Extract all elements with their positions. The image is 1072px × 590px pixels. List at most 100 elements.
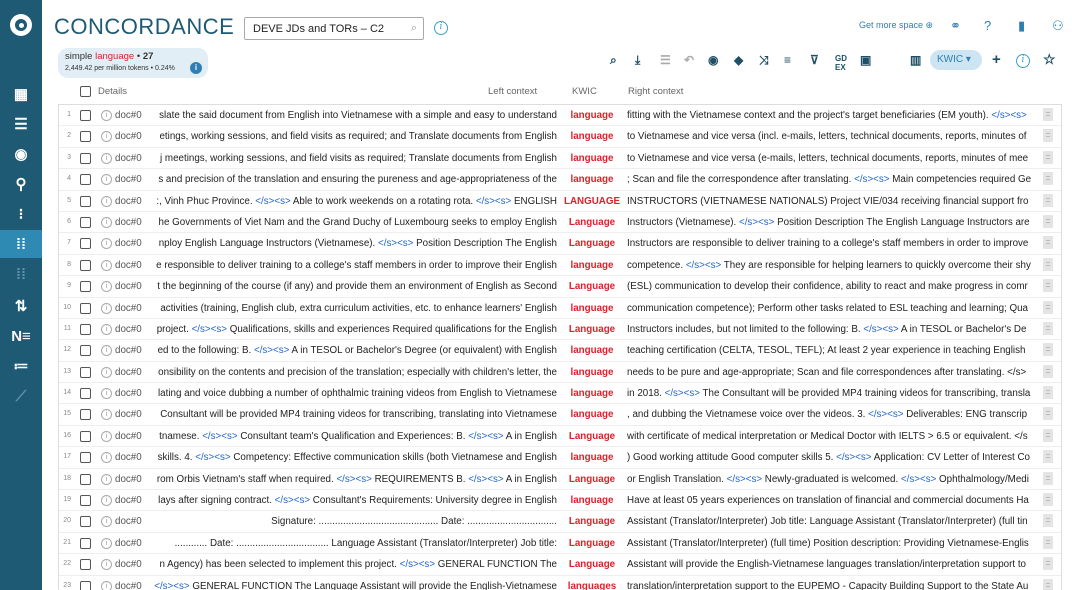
table-row[interactable]: 17 i doc#0 skills. 4. </s><s> Competency… xyxy=(59,447,1061,469)
kwic-keyword[interactable]: Language xyxy=(559,238,625,249)
table-row[interactable]: 21 i doc#0 ............ Date: ..........… xyxy=(59,533,1061,555)
doc-id[interactable]: doc#0 xyxy=(115,238,142,249)
table-row[interactable]: 22 i doc#0 n Agency) has been selected t… xyxy=(59,554,1061,576)
concordance-icon[interactable]: ⁞⁞ xyxy=(0,230,42,258)
doc-id[interactable]: doc#0 xyxy=(115,260,142,271)
doc-id[interactable]: doc#0 xyxy=(115,153,142,164)
undo-icon[interactable]: ↶ xyxy=(684,53,694,67)
corpus-selector[interactable]: DEVE JDs and TORs – C2 ⌕ xyxy=(244,17,424,40)
visualize-icon[interactable]: ▥ xyxy=(910,53,921,67)
row-info-icon[interactable]: i xyxy=(101,238,112,250)
row-info-icon[interactable]: i xyxy=(101,430,112,442)
kwic-keyword[interactable]: language xyxy=(559,367,625,378)
doc-id[interactable]: doc#0 xyxy=(115,174,142,185)
table-row[interactable]: 20 i doc#0 Signature: ..................… xyxy=(59,511,1061,533)
table-row[interactable]: 9 i doc#0 t the beginning of the course … xyxy=(59,276,1061,298)
download-icon[interactable]: ⤓ xyxy=(635,53,640,68)
kwic-keyword[interactable]: language xyxy=(559,452,625,463)
copy-icon[interactable] xyxy=(1043,386,1053,400)
kwic-keyword[interactable]: language xyxy=(559,388,625,399)
row-checkbox[interactable] xyxy=(80,110,91,121)
doc-id[interactable]: doc#0 xyxy=(115,367,142,378)
kwic-keyword[interactable]: language xyxy=(559,131,625,142)
kwic-keyword[interactable]: language xyxy=(559,495,625,506)
summary-info-icon[interactable]: i xyxy=(190,62,202,74)
copy-icon[interactable] xyxy=(1043,450,1053,464)
table-row[interactable]: 23 i doc#0 </s><s> GENERAL FUNCTION The … xyxy=(59,576,1061,590)
copy-icon[interactable] xyxy=(1043,557,1053,571)
doc-id[interactable]: doc#0 xyxy=(115,431,142,442)
copy-icon[interactable] xyxy=(1043,129,1053,143)
add-icon[interactable]: + xyxy=(992,51,1001,68)
copy-icon[interactable] xyxy=(1043,300,1053,314)
table-row[interactable]: 11 i doc#0 project. </s><s> Qualificatio… xyxy=(59,319,1061,341)
doc-id[interactable]: doc#0 xyxy=(115,324,142,335)
table-row[interactable]: 6 i doc#0 he Governments of Viet Nam and… xyxy=(59,212,1061,234)
view-mode-dropdown[interactable]: KWIC ▾ xyxy=(930,50,982,70)
table-row[interactable]: 12 i doc#0 ed to the following: B. </s><… xyxy=(59,340,1061,362)
copy-icon[interactable] xyxy=(1043,407,1053,421)
copy-icon[interactable] xyxy=(1043,471,1053,485)
table-row[interactable]: 16 i doc#0 tnamese. </s><s> Consultant t… xyxy=(59,426,1061,448)
dashboard-icon[interactable]: ▦ xyxy=(0,80,42,108)
doc-id[interactable]: doc#0 xyxy=(115,516,142,527)
row-checkbox[interactable] xyxy=(80,430,91,442)
gdex-icon[interactable]: GD EX xyxy=(835,54,847,72)
doc-id[interactable]: doc#0 xyxy=(115,538,142,549)
doc-id[interactable]: doc#0 xyxy=(115,196,142,207)
row-info-icon[interactable]: i xyxy=(101,281,112,293)
kwic-keyword[interactable]: Language xyxy=(559,217,625,228)
row-checkbox[interactable] xyxy=(80,195,91,207)
copy-icon[interactable] xyxy=(1043,150,1053,164)
row-info-icon[interactable]: i xyxy=(101,366,112,378)
row-checkbox[interactable] xyxy=(80,174,91,186)
kwic-keyword[interactable]: language xyxy=(559,303,625,314)
table-row[interactable]: 10 i doc#0 activities (training, English… xyxy=(59,298,1061,319)
link-chain-icon[interactable]: ⚲ xyxy=(0,170,42,198)
row-checkbox[interactable] xyxy=(80,495,91,507)
doc-id[interactable]: doc#0 xyxy=(115,345,142,356)
row-checkbox[interactable] xyxy=(80,409,91,421)
row-checkbox[interactable] xyxy=(80,388,91,400)
table-row[interactable]: 19 i doc#0 lays after signing contract. … xyxy=(59,490,1061,512)
list-view-icon[interactable]: ☰ xyxy=(0,110,42,138)
table-row[interactable]: 14 i doc#0 lating and voice dubbing a nu… xyxy=(59,383,1061,405)
row-checkbox[interactable] xyxy=(80,259,91,271)
kwic-keyword[interactable]: languages xyxy=(559,581,625,590)
help-icon[interactable]: ? xyxy=(984,18,991,33)
row-info-icon[interactable]: i xyxy=(101,323,112,335)
table-row[interactable]: 1 i doc#0 slate the said document from E… xyxy=(59,105,1061,127)
row-checkbox[interactable] xyxy=(80,537,91,549)
copy-icon[interactable] xyxy=(1043,214,1053,228)
app-logo[interactable] xyxy=(10,14,32,36)
doc-id[interactable]: doc#0 xyxy=(115,474,142,485)
target-icon[interactable]: ◉ xyxy=(0,140,42,168)
copy-icon[interactable] xyxy=(1043,321,1053,335)
copy-icon[interactable] xyxy=(1043,172,1053,186)
table-row[interactable]: 5 i doc#0 :, Vinh Phuc Province. </s><s>… xyxy=(59,191,1061,212)
row-info-icon[interactable]: i xyxy=(101,152,112,164)
corpus-info-icon[interactable]: i xyxy=(434,21,448,35)
user-icon[interactable]: ⚇ xyxy=(1052,18,1064,34)
kwic-keyword[interactable]: Language xyxy=(559,431,625,442)
copy-icon[interactable] xyxy=(1043,108,1053,121)
row-checkbox[interactable] xyxy=(80,281,91,293)
row-info-icon[interactable]: i xyxy=(101,559,112,571)
wordlist-icon[interactable]: ⁝ xyxy=(0,200,42,228)
row-info-icon[interactable]: i xyxy=(101,580,112,590)
doc-id[interactable]: doc#0 xyxy=(115,388,142,399)
ngrams-icon[interactable]: N≡ xyxy=(0,322,42,350)
row-checkbox[interactable] xyxy=(80,366,91,378)
row-info-icon[interactable]: i xyxy=(101,131,112,143)
copy-icon[interactable] xyxy=(1043,343,1053,357)
doc-id[interactable]: doc#0 xyxy=(115,581,142,590)
row-info-icon[interactable]: i xyxy=(101,409,112,421)
frequency-icon[interactable]: ▣ xyxy=(860,53,871,67)
copy-icon[interactable] xyxy=(1043,364,1053,378)
row-info-icon[interactable]: i xyxy=(101,216,112,228)
kwic-keyword[interactable]: Language xyxy=(559,281,625,292)
kwic-keyword[interactable]: language xyxy=(559,153,625,164)
row-info-icon[interactable]: i xyxy=(101,174,112,186)
share-link-icon[interactable]: ⚭ xyxy=(950,18,961,34)
row-info-icon[interactable]: i xyxy=(101,473,112,485)
